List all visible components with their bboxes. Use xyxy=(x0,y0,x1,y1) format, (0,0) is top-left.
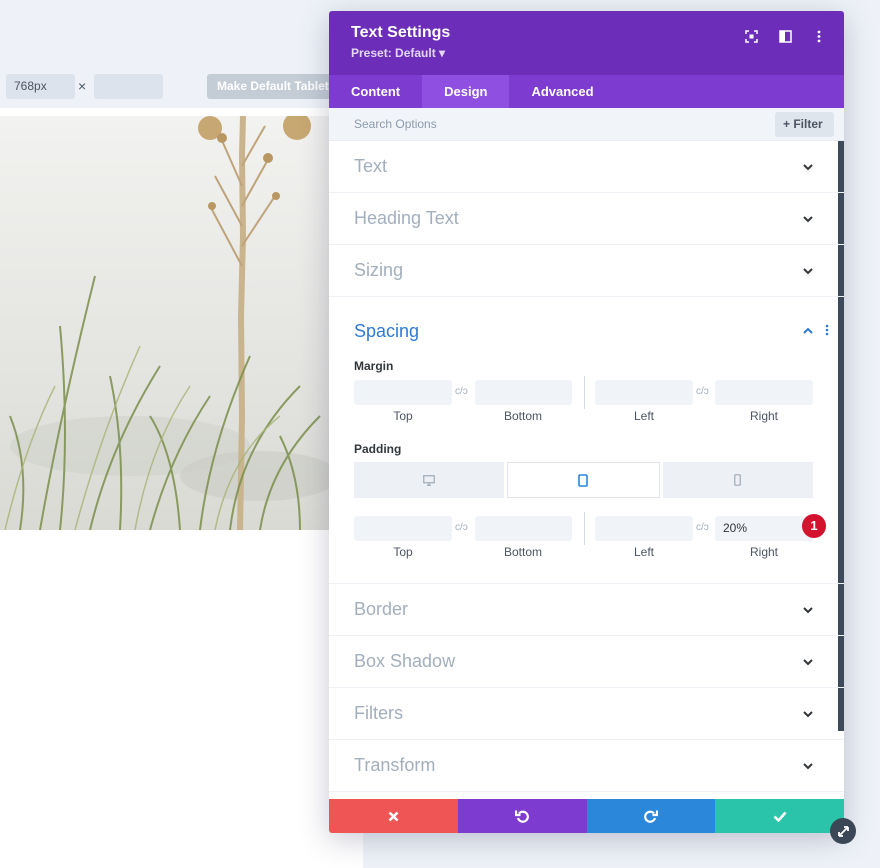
section-title: Box Shadow xyxy=(354,651,456,671)
section-title: Text xyxy=(354,156,388,176)
device-tab-phone[interactable] xyxy=(662,462,813,498)
link-icon[interactable]: c/ɔ xyxy=(696,386,709,397)
link-icon[interactable]: c/ɔ xyxy=(455,522,468,533)
make-default-tablet-button[interactable]: Make Default Tablet V xyxy=(207,74,337,99)
margin-bottom-label: Bottom xyxy=(503,409,542,423)
section-heading-text[interactable]: Heading Text xyxy=(329,193,844,245)
section-transform[interactable]: Transform xyxy=(329,740,844,792)
section-title: Filters xyxy=(354,703,403,723)
divider xyxy=(584,376,585,409)
section-sizing[interactable]: Sizing xyxy=(329,245,844,297)
preset-selector[interactable]: Preset: Default ▾ xyxy=(351,46,822,60)
tab-design[interactable]: Design xyxy=(422,75,510,108)
phone-icon xyxy=(734,474,742,486)
chevron-down-icon xyxy=(803,164,813,171)
padding-label: Padding xyxy=(354,442,402,456)
chevron-up-icon[interactable] xyxy=(802,325,814,337)
chevron-down-icon xyxy=(803,268,813,275)
resize-arrows-icon xyxy=(837,825,849,837)
padding-bottom-label: Bottom xyxy=(503,545,542,559)
padding-bottom-input[interactable] xyxy=(475,516,572,541)
plant-photo xyxy=(0,116,330,530)
padding-left-label: Left xyxy=(633,545,654,559)
section-title-spacing[interactable]: Spacing xyxy=(354,321,419,342)
margin-right-input[interactable] xyxy=(715,380,813,405)
section-title: Border xyxy=(354,599,409,619)
chevron-down-icon xyxy=(803,607,813,614)
section-filters[interactable]: Filters xyxy=(329,688,844,740)
redo-icon xyxy=(643,810,658,823)
modal-footer xyxy=(329,799,844,833)
tablet-icon xyxy=(578,473,589,487)
padding-right-label: Right xyxy=(749,545,778,559)
device-tab-tablet[interactable] xyxy=(507,462,660,498)
padding-left-input[interactable] xyxy=(595,516,693,541)
times-symbol: × xyxy=(78,78,87,94)
divider xyxy=(584,512,585,545)
margin-bottom-input[interactable] xyxy=(475,380,572,405)
more-options-icon[interactable] xyxy=(810,27,828,45)
chevron-down-icon xyxy=(803,216,813,223)
margin-left-input[interactable] xyxy=(595,380,693,405)
search-input[interactable]: Search Options xyxy=(354,117,437,131)
section-box-shadow[interactable]: Box Shadow xyxy=(329,636,844,688)
link-icon[interactable]: c/ɔ xyxy=(696,522,709,533)
close-icon xyxy=(388,811,399,821)
page-canvas xyxy=(0,108,363,868)
chevron-down-icon xyxy=(803,763,813,770)
responsive-device-tabs xyxy=(354,462,813,498)
chevron-down-icon xyxy=(803,711,813,718)
search-options-bar: Search Options + Filter xyxy=(329,108,844,141)
save-button[interactable] xyxy=(715,799,844,833)
fullscreen-icon[interactable] xyxy=(742,27,760,45)
desktop-icon xyxy=(423,474,436,486)
section-text[interactable]: Text xyxy=(329,141,844,193)
margin-right-label: Right xyxy=(749,409,778,423)
section-menu-icon[interactable] xyxy=(825,324,829,336)
chevron-down-icon xyxy=(803,659,813,666)
section-spacing: Spacing Margin c/ɔ c/ɔ Top Bottom Left R… xyxy=(329,297,844,584)
text-settings-modal: Text Settings Preset: Default ▾ Content … xyxy=(329,11,844,833)
section-title: Transform xyxy=(354,755,436,775)
cancel-button[interactable] xyxy=(329,799,458,833)
step-number-badge: 1 xyxy=(802,514,826,538)
padding-top-label: Top xyxy=(393,545,413,559)
link-icon[interactable]: c/ɔ xyxy=(455,386,468,397)
section-title: Heading Text xyxy=(354,208,459,228)
undo-button[interactable] xyxy=(457,799,587,833)
padding-top-input[interactable] xyxy=(354,516,452,541)
width-input[interactable]: 768px xyxy=(6,74,75,99)
margin-top-input[interactable] xyxy=(354,380,452,405)
section-border[interactable]: Border xyxy=(329,584,844,636)
padding-right-input[interactable]: 20% xyxy=(715,516,813,541)
split-view-icon[interactable] xyxy=(776,27,794,45)
margin-left-label: Left xyxy=(633,409,654,423)
margin-top-label: Top xyxy=(393,409,413,423)
settings-tabs: Content Design Advanced xyxy=(329,75,844,108)
device-tab-desktop[interactable] xyxy=(354,462,505,498)
tab-advanced[interactable]: Advanced xyxy=(509,75,615,108)
margin-label: Margin xyxy=(354,359,394,373)
checkmark-icon xyxy=(773,811,787,822)
resize-handle[interactable] xyxy=(830,818,856,844)
height-input[interactable] xyxy=(94,74,163,99)
tab-content[interactable]: Content xyxy=(329,75,422,108)
modal-header: Text Settings Preset: Default ▾ xyxy=(329,11,844,75)
filter-button[interactable]: + Filter xyxy=(775,112,834,137)
redo-button[interactable] xyxy=(586,799,716,833)
undo-icon xyxy=(515,810,530,823)
section-title: Sizing xyxy=(354,260,404,280)
settings-body: Text Heading Text Sizing Spacing Margin … xyxy=(329,141,844,800)
